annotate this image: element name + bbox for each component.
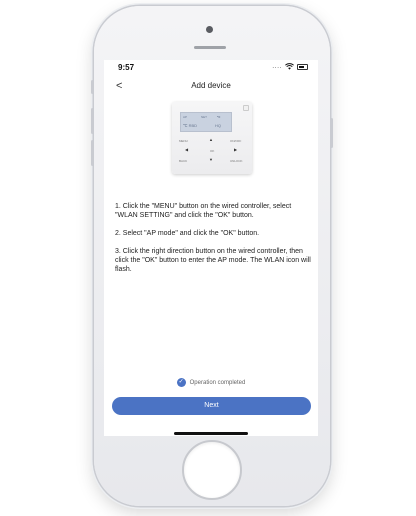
status-icons: ....: [272, 63, 308, 70]
volume-down-button[interactable]: [91, 140, 94, 166]
onoff-label: ON/OFF: [230, 139, 242, 143]
lcd-text: ℃: [217, 115, 221, 119]
controller-lcd: AP NET ℃ ℃ RBD HQ: [180, 112, 232, 132]
operation-completed-checkbox[interactable]: ✓ Operation completed: [104, 378, 318, 387]
instruction-step: 3. Click the right direction button on t…: [115, 248, 311, 273]
down-arrow-icon: ▼: [209, 157, 213, 162]
mute-switch[interactable]: [91, 80, 94, 94]
left-arrow-icon: ◀: [185, 147, 189, 152]
home-indicator: [174, 432, 248, 435]
up-arrow-icon: ▲: [209, 137, 213, 142]
app-screen: 9:57 .... < Add device AP NET ℃ ℃ RBD HQ…: [104, 60, 318, 436]
lcd-text: ℃ RBD: [183, 123, 198, 128]
next-button[interactable]: Next: [112, 397, 311, 415]
header: < Add device: [104, 76, 318, 98]
page-title: Add device: [191, 81, 231, 90]
lcd-text: AP: [183, 115, 188, 119]
wifi-icon: [285, 63, 294, 70]
ok-label: OK: [210, 149, 215, 153]
lcd-text: NET: [201, 115, 207, 119]
right-arrow-icon: ▶: [234, 147, 238, 152]
battery-icon: [297, 63, 308, 70]
volume-up-button[interactable]: [91, 108, 94, 134]
wired-controller-image: AP NET ℃ ℃ RBD HQ MENU ▲ ON/OFF ◀ OK ▶ B…: [172, 102, 252, 174]
check-circle-icon: ✓: [176, 378, 186, 387]
status-bar: 9:57 ....: [104, 60, 318, 76]
home-button[interactable]: [182, 440, 242, 500]
instruction-step: 1. Click the "MENU" button on the wired …: [115, 203, 292, 219]
instructions: 1. Click the "MENU" button on the wired …: [115, 202, 311, 283]
menu-label: MENU: [179, 139, 188, 143]
controller-sensor: [243, 105, 249, 111]
back-label: BACK: [179, 159, 188, 163]
unlock-label: UNLOCK: [230, 159, 243, 163]
speaker-grille: [194, 46, 226, 49]
camera-icon: [206, 26, 213, 33]
power-button[interactable]: [330, 118, 333, 148]
status-time: 9:57: [118, 63, 135, 72]
signal-icon: ....: [272, 63, 282, 70]
completed-label: Operation completed: [189, 379, 246, 386]
instruction-step: 2. Select "AP mode" and click the "OK" b…: [115, 230, 260, 237]
lcd-text: HQ: [215, 123, 221, 128]
